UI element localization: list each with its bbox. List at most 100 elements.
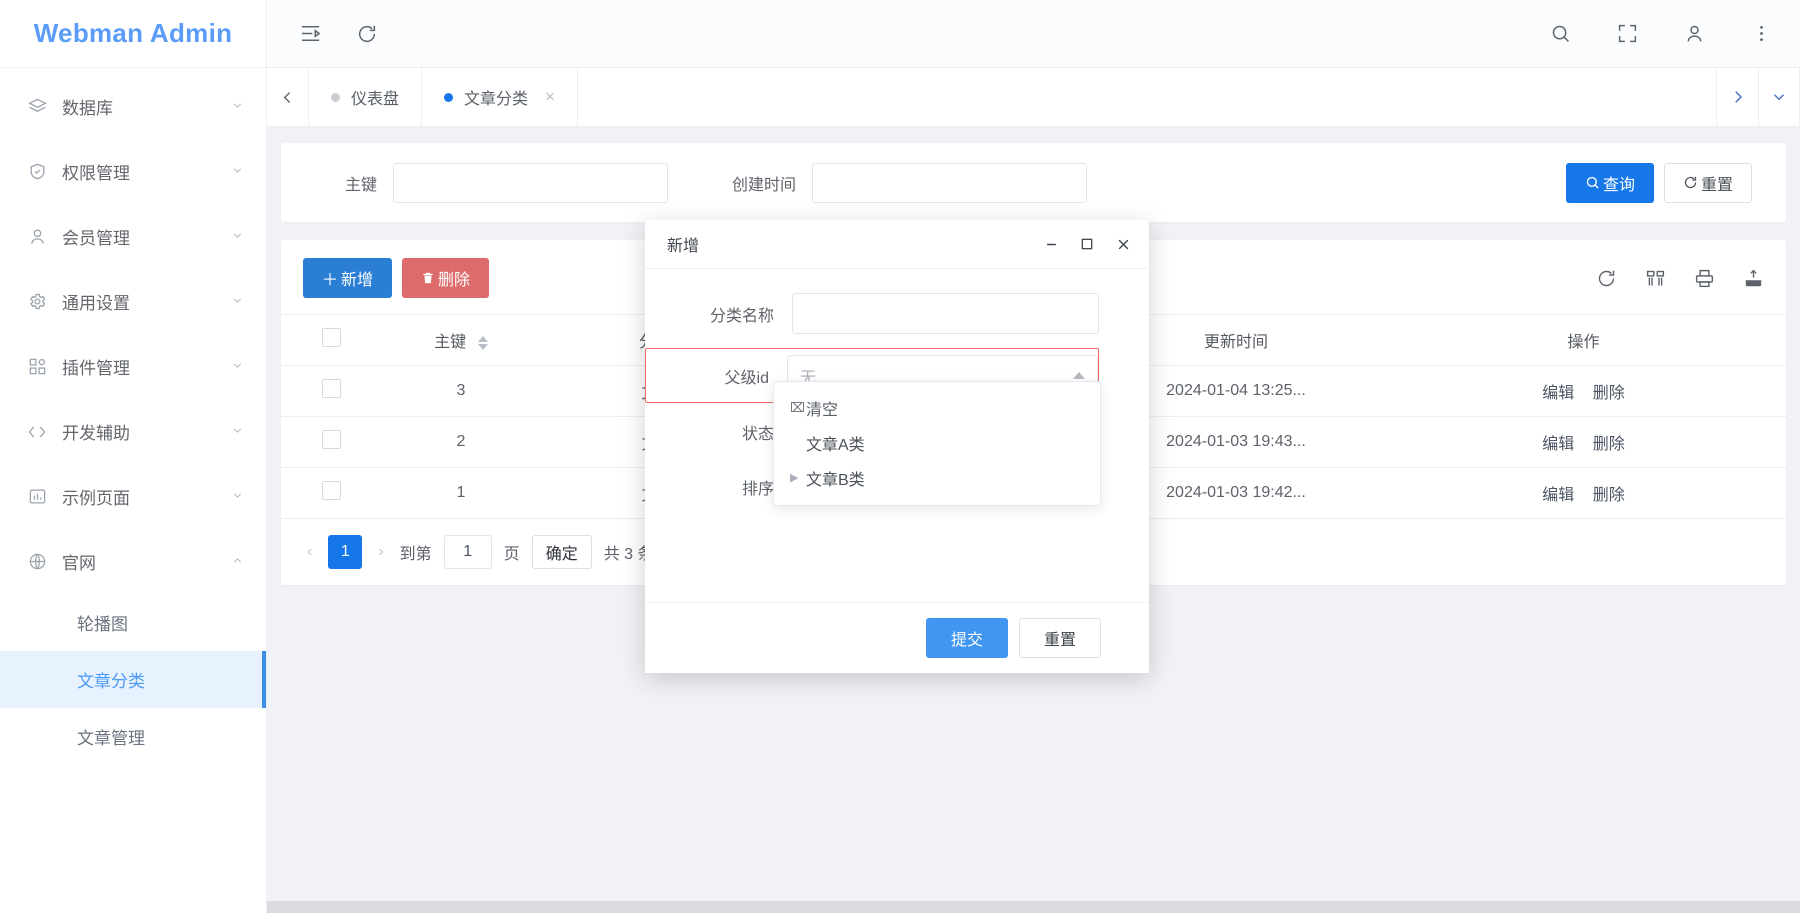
add-button-label: 新增 (341, 272, 374, 289)
prev-page-button[interactable]: ‹ (303, 543, 316, 561)
goto-prefix-label: 到第 (399, 546, 432, 563)
tab-article-category[interactable]: 文章分类 × (422, 68, 578, 126)
code-icon (24, 422, 50, 442)
goto-page-input[interactable] (443, 535, 492, 569)
tab-list: 仪表盘 文章分类 × (309, 68, 1716, 126)
sidebar-item-official-site[interactable]: 官网 (0, 529, 266, 594)
chevron-down-icon (231, 99, 244, 115)
search-icon[interactable] (1550, 23, 1571, 44)
user-icon (24, 227, 50, 246)
sidebar-item-label: 会员管理 (62, 229, 130, 248)
tab-scroll-right-button[interactable] (1716, 68, 1758, 126)
search-button[interactable]: 查询 (1565, 162, 1654, 203)
sidebar-menu: 数据库 权限管理 会员管理 通用设置 插件管理 开发辅助 示例页面 官网 轮播图… (0, 68, 266, 913)
sidebar-item-permissions[interactable]: 权限管理 (0, 139, 266, 204)
sidebar-item-example-pages[interactable]: 示例页面 (0, 464, 266, 529)
filter-panel: 主键 创建时间 查询 重置 (281, 143, 1786, 222)
dialog-reset-button[interactable]: 重置 (1018, 618, 1101, 658)
add-button[interactable]: ＋ 新增 (303, 258, 393, 298)
minimize-icon[interactable] (1043, 236, 1059, 252)
refresh-icon[interactable] (1596, 268, 1617, 289)
dropdown-option-article-b[interactable]: ▶ 文章B类 (774, 460, 1100, 495)
table-header-primary-key[interactable]: 主键 (381, 314, 541, 366)
close-icon[interactable]: × (545, 87, 555, 107)
next-page-button[interactable]: › (374, 543, 387, 561)
sidebar-item-plugins[interactable]: 插件管理 (0, 334, 266, 399)
row-select-cell (281, 365, 381, 417)
sidebar: Webman Admin 数据库 权限管理 会员管理 通用设置 插件管理 开发辅… (0, 0, 267, 913)
sidebar-item-database[interactable]: 数据库 (0, 74, 266, 139)
chevron-down-icon (231, 164, 244, 180)
delete-link[interactable]: 删除 (1593, 436, 1625, 453)
sidebar-subitem-article-manage[interactable]: 文章管理 (0, 708, 266, 765)
category-name-input[interactable] (792, 293, 1099, 334)
sidebar-subitem-label: 文章分类 (77, 672, 145, 691)
search-button-label: 查询 (1602, 176, 1635, 194)
delete-link[interactable]: 删除 (1593, 487, 1625, 504)
globe-icon (24, 552, 50, 571)
select-all-checkbox[interactable] (321, 328, 341, 347)
sort-icon[interactable] (477, 335, 488, 350)
table-header-operations: 操作 (1381, 314, 1786, 366)
sidebar-item-label: 插件管理 (62, 359, 130, 378)
goto-suffix-label: 页 (503, 546, 520, 563)
close-icon[interactable] (1115, 236, 1131, 252)
maximize-icon[interactable] (1079, 236, 1095, 252)
sidebar-item-members[interactable]: 会员管理 (0, 204, 266, 269)
columns-icon[interactable] (1645, 268, 1666, 289)
dialog-footer: 提交 重置 (645, 602, 1149, 673)
sidebar-subitem-carousel[interactable]: 轮播图 (0, 594, 266, 651)
refresh-icon[interactable] (356, 23, 378, 45)
tab-scroll-left-button[interactable] (267, 68, 309, 126)
row-checkbox[interactable] (321, 481, 341, 500)
database-icon (24, 97, 50, 116)
chevron-right-icon[interactable]: ▶ (790, 471, 806, 484)
edit-link[interactable]: 编辑 (1542, 436, 1574, 453)
fullscreen-icon[interactable] (1617, 23, 1638, 44)
plugin-icon (24, 357, 50, 376)
trash-icon (421, 271, 435, 285)
column-label: 操作 (1567, 334, 1600, 351)
dialog-header: 新增 (645, 220, 1149, 269)
menu-collapse-icon[interactable] (299, 22, 322, 45)
sidebar-subitem-article-category[interactable]: 文章分类 (0, 651, 266, 708)
field-label: 状态 (741, 425, 774, 443)
field-label: 排序 (741, 480, 774, 498)
submit-button[interactable]: 提交 (925, 618, 1008, 658)
tab-label: 仪表盘 (351, 91, 400, 108)
row-primary-key: 3 (381, 365, 541, 417)
tab-options-dropdown-button[interactable] (1758, 68, 1800, 126)
tab-label: 文章分类 (464, 91, 529, 108)
tab-dashboard[interactable]: 仪表盘 (309, 68, 423, 126)
delete-link[interactable]: 删除 (1593, 385, 1625, 402)
filter-label: 主键 (344, 176, 377, 194)
sidebar-subitem-label: 文章管理 (77, 729, 145, 748)
filter-field-primary-key: 主键 (307, 162, 668, 203)
sidebar-item-dev-tools[interactable]: 开发辅助 (0, 399, 266, 464)
more-vertical-icon[interactable] (1751, 23, 1772, 44)
edit-link[interactable]: 编辑 (1542, 487, 1574, 504)
search-icon (1585, 175, 1600, 190)
sidebar-item-general-settings[interactable]: 通用设置 (0, 269, 266, 334)
row-checkbox[interactable] (321, 430, 341, 449)
reset-button[interactable]: 重置 (1663, 162, 1752, 203)
user-account-icon[interactable] (1684, 23, 1705, 44)
export-icon[interactable] (1743, 268, 1764, 289)
row-select-cell (281, 467, 381, 519)
dropdown-option-clear[interactable]: ⌧ 清空 (774, 390, 1100, 425)
print-icon[interactable] (1694, 268, 1715, 289)
page-number-1[interactable]: 1 (328, 535, 363, 569)
row-checkbox[interactable] (321, 379, 341, 398)
delete-button[interactable]: 删除 (402, 258, 490, 298)
reset-button-label: 重置 (1700, 176, 1733, 194)
primary-key-input[interactable] (393, 162, 668, 203)
edit-link[interactable]: 编辑 (1542, 385, 1574, 402)
page-icon (24, 487, 50, 506)
chevron-down-icon (231, 229, 244, 245)
dialog-window-controls (1043, 236, 1131, 252)
dropdown-option-article-a[interactable]: 文章A类 (774, 425, 1100, 460)
bottom-strip (267, 901, 1800, 913)
goto-confirm-button[interactable]: 确定 (531, 535, 592, 569)
created-time-input[interactable] (812, 162, 1087, 203)
tab-status-dot (331, 92, 340, 102)
